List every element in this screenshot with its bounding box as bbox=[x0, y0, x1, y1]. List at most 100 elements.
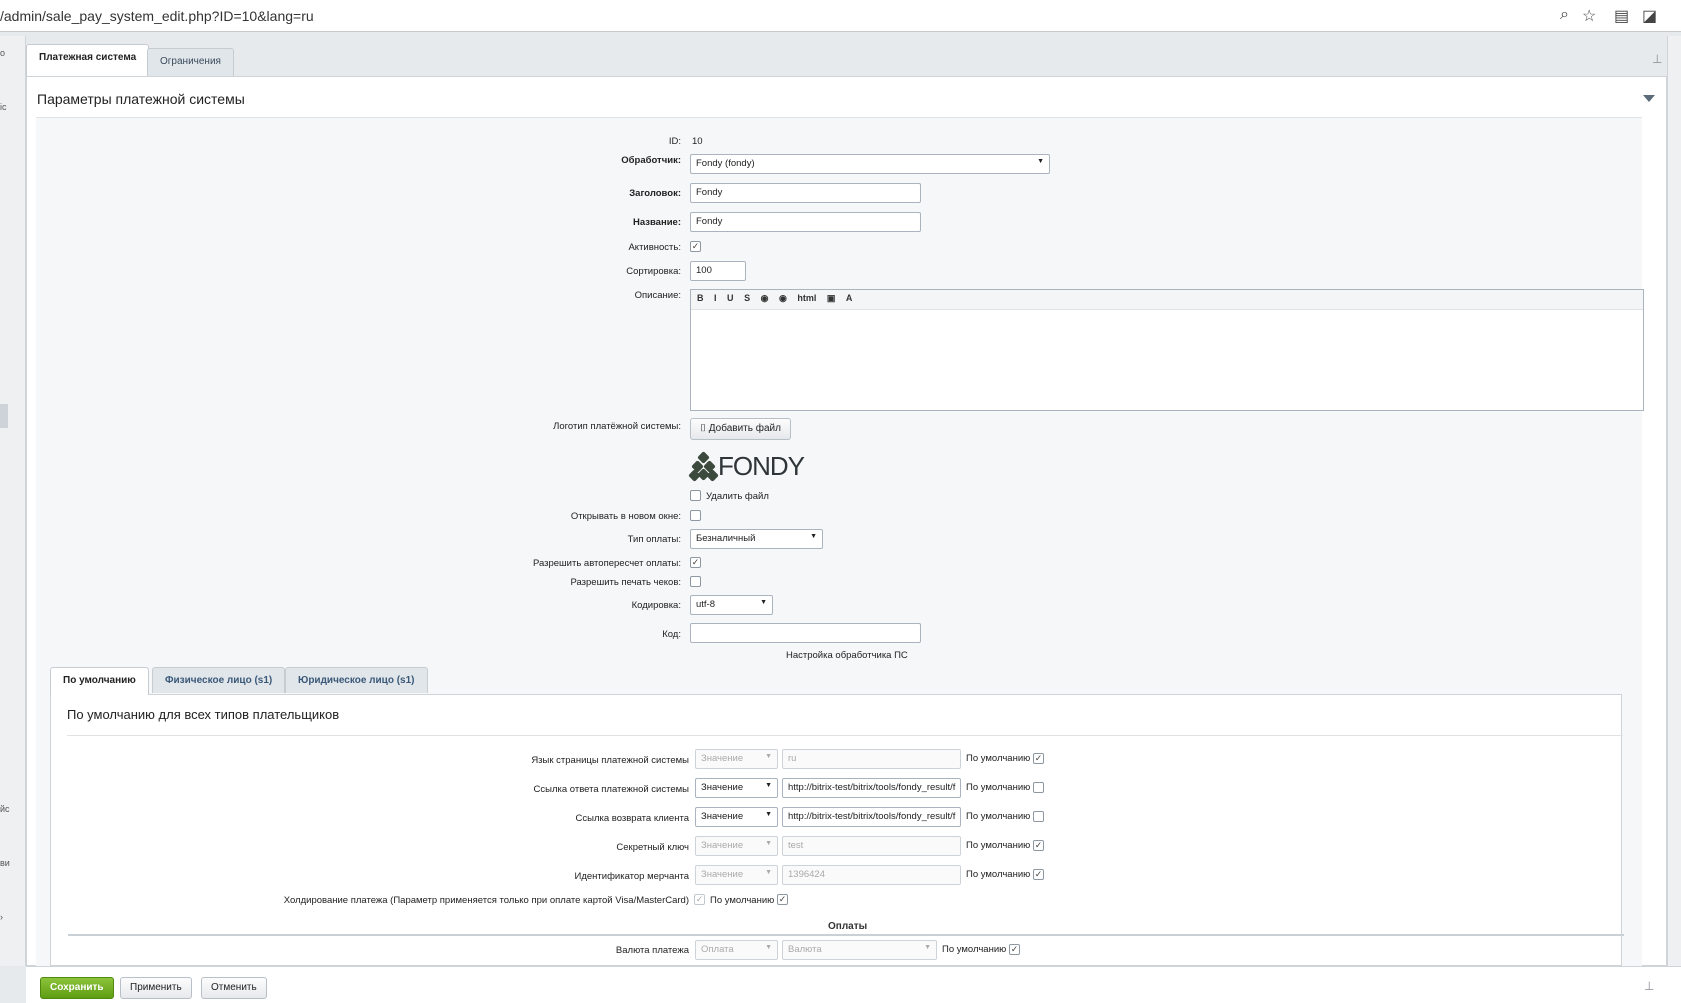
chevron-down-icon: ▼ bbox=[765, 811, 772, 818]
save-button[interactable]: Сохранить bbox=[40, 977, 114, 999]
param-type-value: Значение bbox=[701, 753, 744, 764]
paste-icon[interactable]: ▣ bbox=[827, 293, 836, 304]
chart-extension-icon[interactable]: ◪ bbox=[1642, 6, 1657, 26]
pin-icon[interactable]: ⊥ bbox=[1652, 52, 1662, 66]
param-label: Идентификатор мерчанта bbox=[574, 871, 689, 882]
active-checkbox[interactable]: ✓ bbox=[690, 241, 701, 252]
left-menu-strip[interactable]: о іс йс ви › bbox=[0, 36, 26, 966]
add-file-label: Добавить файл bbox=[708, 423, 781, 434]
default-checkbox[interactable]: ✓ bbox=[1033, 840, 1044, 851]
right-scroll-strip[interactable] bbox=[1667, 36, 1681, 966]
panel-title: Параметры платежной системы bbox=[37, 91, 245, 107]
left-strip-text: ви bbox=[0, 858, 10, 868]
chevron-down-icon: ▼ bbox=[765, 753, 772, 760]
new-window-checkbox[interactable] bbox=[690, 510, 701, 521]
active-label: Активность: bbox=[628, 242, 681, 253]
default-label: По умолчанию bbox=[966, 869, 1031, 880]
zoom-icon[interactable]: ⌕ bbox=[1560, 6, 1569, 24]
font-icon[interactable]: A bbox=[846, 293, 853, 303]
param-type-select[interactable]: Значение ▼ bbox=[695, 807, 778, 827]
print-checks-checkbox[interactable] bbox=[690, 576, 701, 587]
italic-icon[interactable]: I bbox=[714, 293, 717, 303]
param-type-select[interactable]: Значение ▼ bbox=[695, 749, 778, 769]
unlink-icon[interactable]: ◉ bbox=[779, 293, 787, 304]
param-label: Ссылка возврата клиента bbox=[575, 813, 690, 824]
name-label: Название: bbox=[632, 217, 681, 228]
delete-file-checkbox[interactable] bbox=[690, 490, 701, 501]
link-icon[interactable]: ◉ bbox=[761, 293, 769, 304]
auto-recalc-checkbox[interactable]: ✓ bbox=[690, 557, 701, 568]
url-text[interactable]: /admin/sale_pay_system_edit.php?ID=10&la… bbox=[0, 8, 314, 24]
param-label: Язык страницы платежной системы bbox=[531, 755, 689, 766]
chevron-down-icon: ▼ bbox=[765, 944, 772, 951]
star-icon[interactable]: ☆ bbox=[1582, 6, 1596, 26]
handler-label: Обработчик: bbox=[621, 155, 681, 166]
handler-select-value: Fondy (fondy) bbox=[696, 158, 755, 169]
fondy-logo-icon bbox=[688, 451, 719, 482]
subtab-individual[interactable]: Физическое лицо (s1) bbox=[152, 667, 286, 693]
divider bbox=[68, 934, 1624, 936]
cancel-button[interactable]: Отменить bbox=[201, 977, 267, 999]
param-value-input[interactable]: http://bitrix-test/bitrix/tools/fondy_re… bbox=[782, 778, 961, 798]
description-editor[interactable]: B I U S ◉ ◉ html ▣ A bbox=[690, 289, 1644, 411]
chevron-down-icon: ▼ bbox=[765, 869, 772, 876]
left-strip-text: о bbox=[0, 48, 6, 58]
divider bbox=[67, 735, 1623, 736]
tab-label: Платежная система bbox=[39, 52, 137, 63]
left-strip-marker bbox=[0, 404, 8, 428]
code-input[interactable] bbox=[690, 623, 921, 643]
default-checkbox[interactable]: ✓ bbox=[1033, 869, 1044, 880]
editor-toolbar: B I U S ◉ ◉ html ▣ A bbox=[691, 290, 1643, 310]
chevron-down-icon: ▼ bbox=[765, 782, 772, 789]
extension-icon[interactable]: ▤ bbox=[1614, 6, 1629, 26]
subtab-default[interactable]: По умолчанию bbox=[50, 667, 149, 695]
param-value-input[interactable]: http://bitrix-test/bitrix/tools/fondy_re… bbox=[782, 807, 961, 827]
param-value-input[interactable]: test bbox=[782, 836, 961, 856]
tab-restrictions[interactable]: Ограничения bbox=[147, 48, 234, 76]
param-type-select[interactable]: Значение ▼ bbox=[695, 865, 778, 885]
param-type-select[interactable]: Значение ▼ bbox=[695, 778, 778, 798]
default-label: По умолчанию bbox=[710, 895, 775, 906]
chevron-down-icon: ▼ bbox=[924, 944, 931, 951]
param-value-input[interactable]: ru bbox=[782, 749, 961, 769]
header-input[interactable]: Fondy bbox=[690, 183, 921, 203]
currency-payment-value: Оплата bbox=[701, 944, 734, 955]
param-type-select[interactable]: Значение ▼ bbox=[695, 836, 778, 856]
underline-icon[interactable]: U bbox=[727, 293, 734, 303]
default-checkbox[interactable]: ✓ bbox=[777, 894, 788, 905]
default-checkbox[interactable]: ✓ bbox=[1033, 753, 1044, 764]
sort-input[interactable]: 100 bbox=[690, 261, 746, 281]
default-checkbox[interactable]: ✓ bbox=[1009, 944, 1020, 955]
param-value-input[interactable]: 1396424 bbox=[782, 865, 961, 885]
pin-icon[interactable]: ⊥ bbox=[1644, 979, 1654, 993]
code-label: Код: bbox=[662, 629, 681, 640]
paperclip-icon: ⌷ bbox=[700, 423, 709, 434]
left-strip-text: йс bbox=[0, 804, 10, 814]
payment-logo: FONDY bbox=[688, 451, 805, 482]
delete-file-label: Удалить файл bbox=[706, 491, 769, 502]
subtab-label: Физическое лицо (s1) bbox=[165, 675, 273, 686]
currency-payment-select[interactable]: Оплата ▼ bbox=[695, 940, 778, 960]
name-input[interactable]: Fondy bbox=[690, 212, 921, 232]
encoding-select[interactable]: utf-8 ▼ bbox=[690, 595, 773, 615]
chevron-right-icon[interactable]: › bbox=[0, 912, 3, 922]
add-file-button[interactable]: ⌷ Добавить файл bbox=[690, 418, 791, 440]
default-checkbox[interactable] bbox=[1033, 811, 1044, 822]
tab-label: Ограничения bbox=[160, 56, 221, 67]
collapse-arrow-icon[interactable] bbox=[1643, 95, 1655, 102]
param-label: Ссылка ответа платежной системы bbox=[533, 784, 689, 795]
tab-payment-system[interactable]: Платежная система bbox=[26, 44, 150, 76]
currency-select[interactable]: Валюта ▼ bbox=[782, 940, 937, 960]
pay-type-select[interactable]: Безналичный ▼ bbox=[690, 529, 823, 549]
apply-button[interactable]: Применить bbox=[120, 977, 192, 999]
subtab-legal-entity[interactable]: Юридическое лицо (s1) bbox=[285, 667, 428, 693]
strikethrough-icon[interactable]: S bbox=[744, 293, 750, 303]
bold-icon[interactable]: B bbox=[697, 293, 704, 303]
subtab-label: Юридическое лицо (s1) bbox=[298, 675, 415, 686]
html-icon[interactable]: html bbox=[797, 293, 816, 303]
hold-checkbox[interactable]: ✓ bbox=[694, 894, 705, 905]
param-type-value: Значение bbox=[701, 869, 744, 880]
default-checkbox[interactable] bbox=[1033, 782, 1044, 793]
subtab-label: По умолчанию bbox=[63, 675, 136, 686]
handler-select[interactable]: Fondy (fondy) ▼ bbox=[690, 154, 1050, 174]
